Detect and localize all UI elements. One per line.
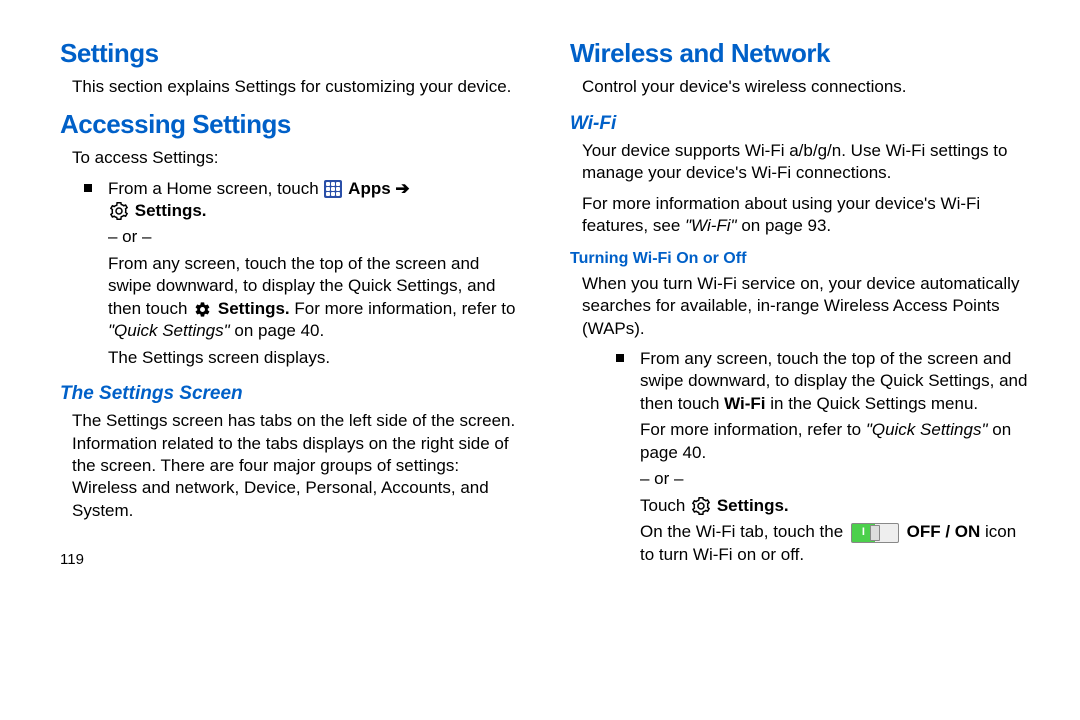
control-text: Control your device's wireless connectio…	[582, 76, 1030, 98]
manual-page: Settings This section explains Settings …	[0, 0, 1080, 720]
wifi-support-text: Your device supports Wi-Fi a/b/g/n. Use …	[582, 140, 1030, 185]
touch-settings-line: Touch Settings.	[640, 495, 1030, 517]
heading-settings: Settings	[60, 36, 520, 70]
turning-text: When you turn Wi-Fi service on, your dev…	[582, 273, 1030, 340]
or-divider: – or –	[108, 226, 520, 248]
wifi-more-b: on page 93.	[741, 216, 831, 235]
to-access-text: To access Settings:	[72, 147, 520, 169]
wifi-more-info: For more information about using your de…	[582, 193, 1030, 238]
more-info-text: For more information, refer to	[294, 299, 515, 318]
displays-text: The Settings screen displays.	[108, 347, 520, 369]
apps-grid-icon	[324, 180, 342, 198]
intro-text: This section explains Settings for custo…	[72, 76, 520, 98]
heading-turning-wifi: Turning Wi-Fi On or Off	[570, 248, 1030, 269]
bullet-text: From any screen, touch the top of the sc…	[640, 348, 1030, 415]
arrow: ➔	[395, 179, 409, 198]
gear-outline-icon	[692, 497, 710, 515]
or-divider: – or –	[640, 468, 1030, 490]
from-home-text: From a Home screen, touch	[108, 179, 319, 198]
settings-bold: Settings.	[717, 496, 789, 515]
settings-label: Settings.	[135, 201, 207, 220]
bullet-square-icon	[84, 184, 92, 192]
bullet-text: From a Home screen, touch Apps ➔ Setting…	[108, 178, 520, 223]
wifi-bold: Wi-Fi	[724, 394, 765, 413]
quick-settings-ref: "Quick Settings"	[108, 321, 230, 340]
settings-bold: Settings.	[218, 299, 290, 318]
left-column: Settings This section explains Settings …	[60, 36, 550, 700]
offon-label: OFF / ON	[907, 522, 981, 541]
bullet-square-icon	[616, 354, 624, 362]
more-a: For more information, refer to	[640, 420, 866, 439]
heading-accessing: Accessing Settings	[60, 107, 520, 141]
right-column: Wireless and Network Control your device…	[550, 36, 1040, 700]
settings-screen-text: The Settings screen has tabs on the left…	[72, 410, 520, 522]
qs-text-b: in the Quick Settings menu.	[770, 394, 978, 413]
gear-outline-icon	[110, 202, 128, 220]
more-info-line: For more information, refer to "Quick Se…	[640, 419, 1030, 464]
heading-settings-screen: The Settings Screen	[60, 381, 520, 406]
bullet-home-screen: From a Home screen, touch Apps ➔ Setting…	[84, 178, 520, 223]
apps-label: Apps	[348, 179, 391, 198]
quick-settings-paragraph: From any screen, touch the top of the sc…	[108, 253, 520, 343]
toggle-off-on-icon: I	[851, 523, 899, 543]
page-ref: on page 40.	[234, 321, 324, 340]
offon-line: On the Wi-Fi tab, touch the I OFF / ON i…	[640, 521, 1030, 566]
quick-settings-ref: "Quick Settings"	[866, 420, 988, 439]
heading-wireless: Wireless and Network	[570, 36, 1030, 70]
wifi-ref: "Wi-Fi"	[685, 216, 737, 235]
on-a: On the Wi-Fi tab, touch the	[640, 522, 848, 541]
gear-filled-icon	[194, 301, 211, 318]
bullet-quick-settings: From any screen, touch the top of the sc…	[616, 348, 1030, 415]
page-number: 119	[60, 550, 520, 570]
heading-wifi: Wi-Fi	[570, 111, 1030, 136]
touch-text: Touch	[640, 496, 685, 515]
